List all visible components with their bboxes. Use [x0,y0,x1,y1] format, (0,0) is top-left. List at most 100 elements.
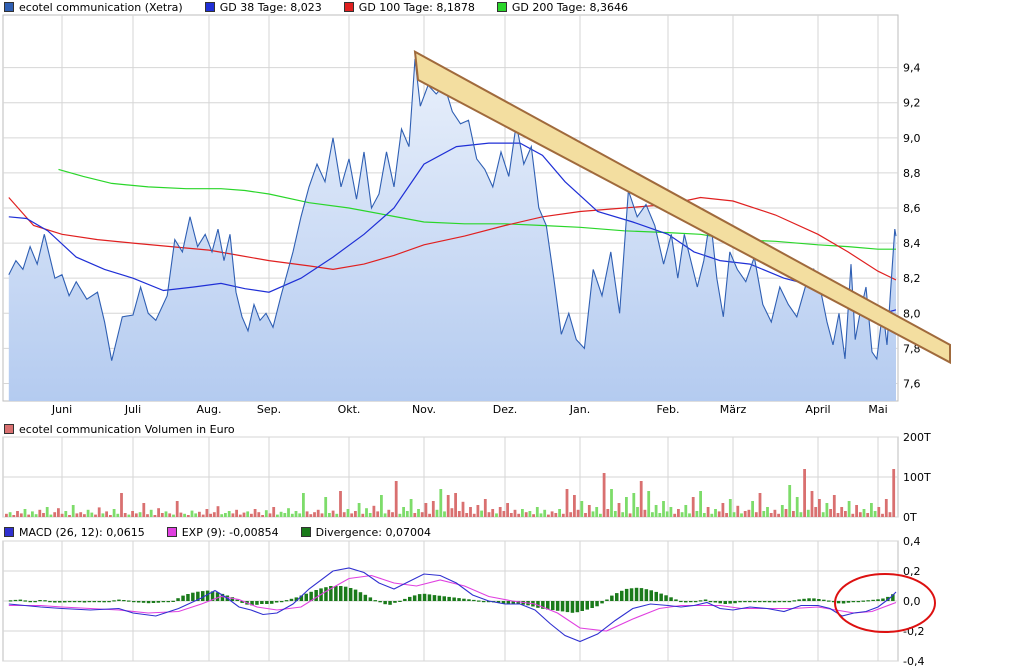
volume-bar [751,501,754,517]
volume-bar [160,513,164,517]
price-legend-label: GD 200 Tage: 8,3646 [511,0,628,14]
divergence-bar [348,588,353,601]
divergence-bar [398,600,402,602]
volume-bar [316,509,320,517]
volume-bar [762,511,766,517]
volume-bar [19,513,23,517]
macd-legend-item: MACD (26, 12): 0,0615 [4,526,145,539]
volume-bar [101,513,105,517]
volume-bar [728,499,732,517]
price-legend-swatch [496,2,507,12]
price-panel: 7,67,88,08,28,48,68,89,09,29,4 Juni Juli A… [2,14,951,416]
volume-bar [138,512,142,517]
volume-bar [565,489,569,517]
volume-bar [313,512,316,517]
divergence-bar [644,589,649,601]
volume-bar [335,513,339,517]
volume-bar [350,513,354,517]
volume-bar [836,513,840,517]
volume-bar [431,501,435,517]
volume-bar [443,511,446,517]
volume-bar [127,514,131,517]
volume-legend-swatch [4,424,14,434]
volume-bar [346,509,350,517]
volume-bar [246,511,250,517]
volume-bar [584,513,587,517]
volume-bar [23,509,27,517]
macd-y-axis: -0,4-0,20,00,20,4 [903,535,924,668]
volume-bar [27,514,31,517]
divergence-bar [112,600,116,602]
volume-bar [602,473,606,517]
macd-legend-swatch [300,527,311,537]
divergence-bar [156,601,161,603]
divergence-bar [132,601,136,603]
divergence-bar [669,597,673,601]
divergence-bar [610,595,614,601]
volume-bar [53,512,57,517]
volume-bar [34,514,38,517]
volume-y-tick-label: 100T [903,471,931,484]
volume-bar [792,511,795,517]
divergence-bar [462,598,466,601]
price-legend: ecotel communication (Xetra) GD 38 Tage: … [4,0,650,14]
volume-bar [580,501,584,517]
month-tick-label: Aug. [197,403,222,416]
divergence-bar [343,586,348,601]
volume-bar [383,513,387,517]
volume-bar [372,505,376,517]
volume-bar [888,512,892,517]
volume-bar [220,514,224,517]
volume-bar [57,508,60,517]
divergence-bar [684,601,688,603]
divergence-bar [457,598,461,601]
volume-bar [483,499,487,517]
volume-bar [368,513,372,517]
divergence-bar [358,592,363,601]
volume-bar [123,513,127,517]
volume-bar [328,513,331,517]
divergence-bar [817,599,821,601]
volume-bar [153,515,157,517]
macd-y-tick-label: 0,0 [903,595,921,608]
divergence-bar [718,601,722,604]
macd-legend-label: Divergence: 0,07004 [315,525,431,539]
price-legend-label: GD 38 Tage: 8,023 [219,0,322,14]
volume-bar [625,497,628,517]
volume-bar [647,491,651,517]
volume-bar [190,510,194,517]
volume-bar [224,513,227,517]
volume-bar [149,509,153,517]
volume-y-axis: 0T 100T 200T [903,431,931,524]
volume-bar [146,514,149,517]
volume-bar [198,511,201,517]
volume-bar [658,513,662,517]
volume-bar [829,509,832,517]
divergence-bar [477,600,481,602]
volume-bar [639,481,643,517]
divergence-bar [408,596,412,601]
volume-bar [469,507,472,517]
divergence-bar [728,601,732,604]
divergence-bar [77,601,82,603]
volume-bar [769,513,773,517]
volume-bar [116,513,120,517]
volume-bar [357,503,361,517]
volume-bar [821,512,825,517]
price-y-tick-label: 7,6 [903,377,921,390]
volume-bar [870,503,873,517]
divergence-bar [33,601,37,603]
divergence-bar [782,601,787,603]
volume-bar [669,507,673,517]
volume-bar [509,513,513,517]
volume-bar [109,515,112,517]
month-tick-label: Juni [51,403,72,416]
macd-legend: MACD (26, 12): 0,0615 EXP (9): -0,00854 Di… [4,525,453,539]
volume-bar [380,495,383,517]
volume-bar [205,509,209,517]
divergence-bar [28,601,32,603]
volume-bar [461,501,465,517]
divergence-bar [289,598,294,601]
divergence-bar [412,595,417,601]
divergence-bar [87,601,92,603]
